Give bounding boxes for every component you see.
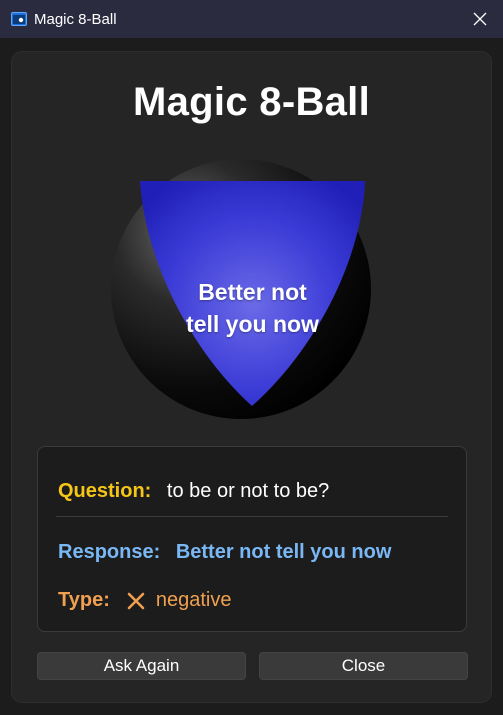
response-label: Response: <box>58 541 161 563</box>
close-icon <box>473 12 487 26</box>
window-title: Magic 8-Ball <box>34 10 117 28</box>
ask-again-button[interactable]: Ask Again <box>37 652 246 680</box>
page-title: Magic 8-Ball <box>133 80 370 124</box>
type-row: Type: negative <box>58 589 231 612</box>
divider <box>56 516 448 517</box>
title-bar[interactable]: Magic 8-Ball <box>0 0 503 38</box>
info-panel: Question: to be or not to be? Response: … <box>37 446 467 632</box>
question-row: Question: to be or not to be? <box>58 480 329 503</box>
close-button[interactable]: Close <box>259 652 468 680</box>
window-close-button[interactable] <box>457 0 503 38</box>
app-window: Magic 8-Ball Magic 8-Ball Better not tel… <box>0 0 503 715</box>
response-row: Response: Better not tell you now <box>58 541 391 564</box>
x-mark-icon <box>126 591 146 611</box>
question-value: to be or not to be? <box>166 480 330 502</box>
question-label: Question: <box>58 480 152 502</box>
type-label: Type: <box>58 589 110 611</box>
app-icon <box>11 12 27 26</box>
type-value: negative <box>155 589 232 611</box>
response-value: Better not tell you now <box>175 541 392 563</box>
